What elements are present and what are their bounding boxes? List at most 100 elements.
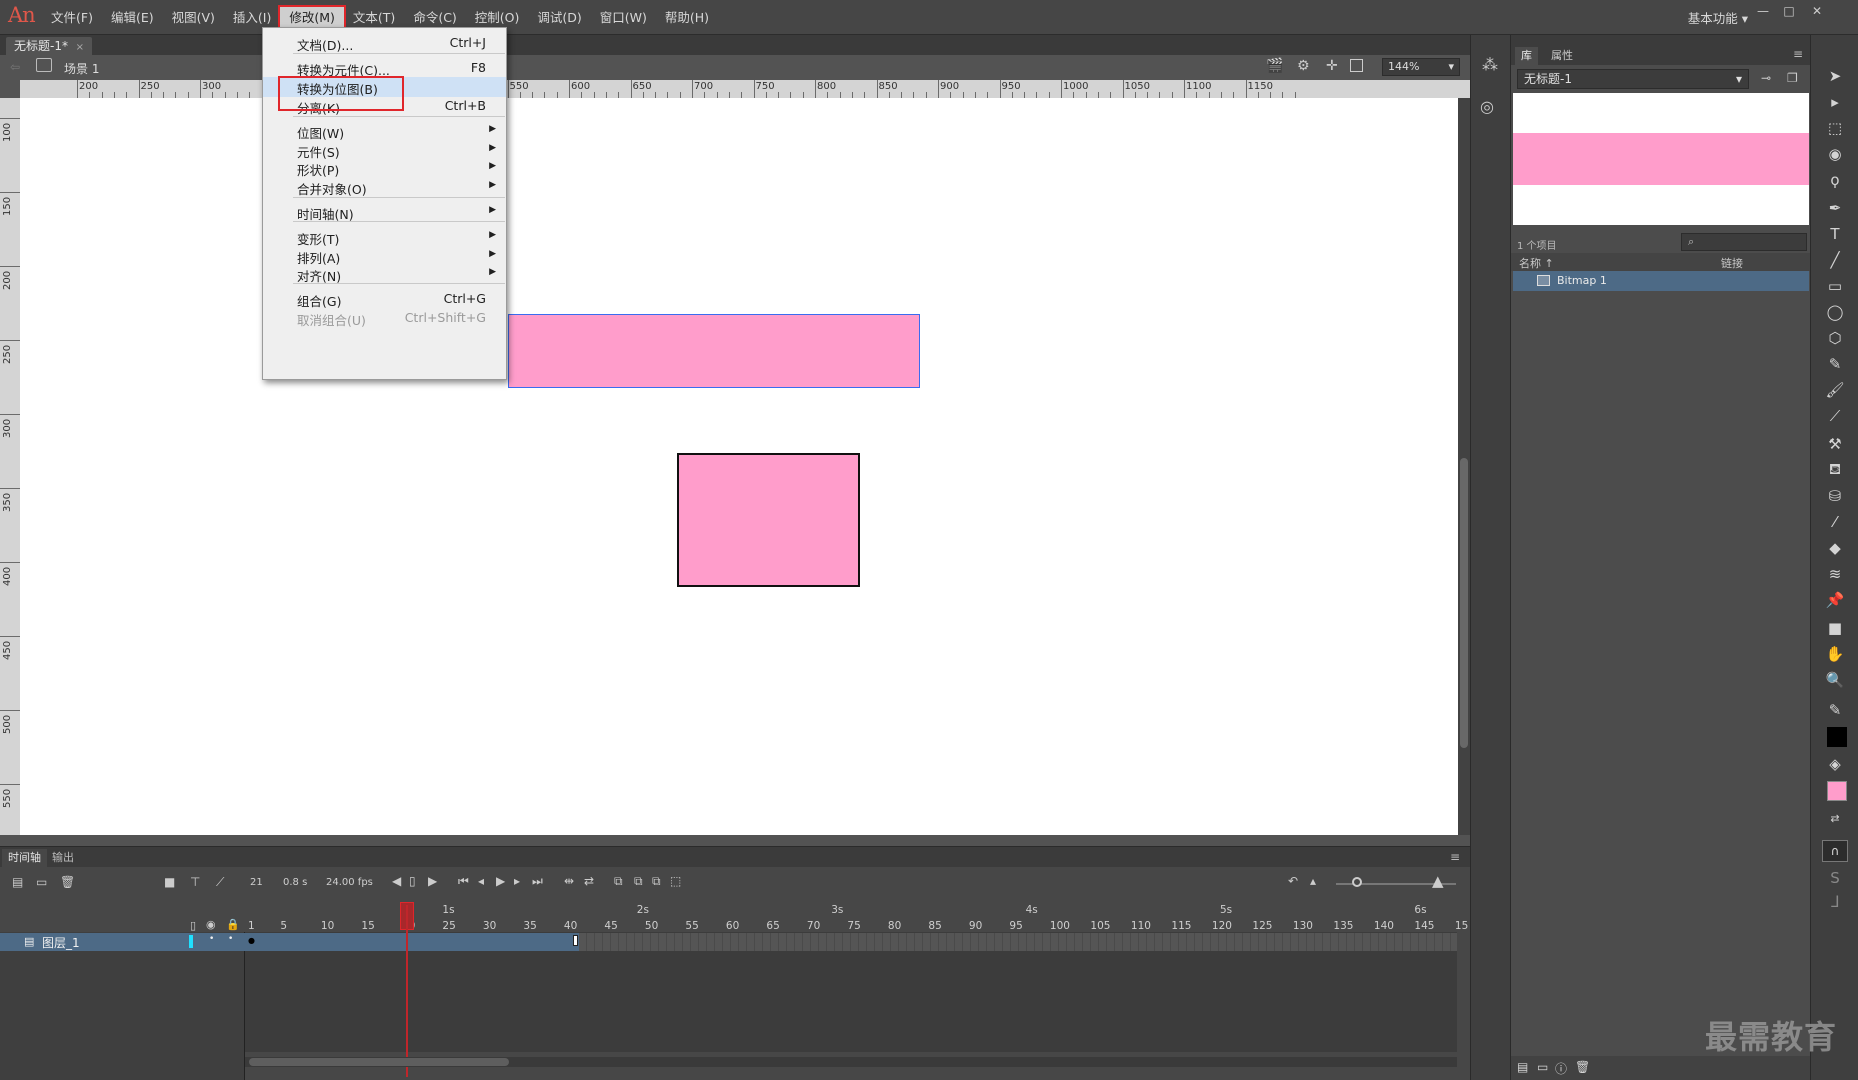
straighten-icon[interactable]: ᒧ [1824, 891, 1846, 913]
layer-row[interactable]: ▤ 图层_1 • • [0, 933, 245, 951]
menu-item-0[interactable]: 文件(F) [42, 7, 102, 29]
menu-item-9[interactable]: 窗口(W) [591, 7, 656, 29]
bone-tool-icon[interactable]: ⚒ [1824, 433, 1846, 455]
pen-tool-icon[interactable]: ✒ [1824, 197, 1846, 219]
library-document-select[interactable]: 无标题-1 ▾ [1517, 69, 1749, 89]
pink-rectangle-with-stroke[interactable] [677, 453, 860, 587]
onion-skin-outlines-icon[interactable]: ⧉ [634, 874, 643, 889]
stage-vertical-scrollbar[interactable] [1458, 98, 1470, 835]
timeline-scroll-thumb[interactable] [249, 1058, 509, 1066]
center-stage-icon[interactable]: ✛ [1326, 58, 1338, 74]
column-link-header[interactable]: 链接 [1721, 255, 1743, 271]
column-name-header[interactable]: 名称 ↑ [1519, 255, 1554, 271]
text-tool-icon[interactable]: T [1824, 223, 1846, 245]
frame-rate[interactable]: 24.00 fps [326, 877, 373, 888]
line-tool-icon[interactable]: ╱ [1824, 249, 1846, 271]
graph-icon[interactable]: ⟋ [216, 875, 224, 890]
zoom-in-frames-icon[interactable]: ▲ [1432, 872, 1444, 890]
timeline-menu-icon[interactable]: ≡ [1450, 850, 1460, 864]
edit-scene-icon[interactable]: 🎬 [1266, 58, 1283, 74]
add-keyframe-icon[interactable]: ▯ [409, 874, 416, 888]
properties-icon[interactable]: ⓘ [1555, 1060, 1567, 1077]
playhead-line[interactable] [406, 905, 408, 1077]
modify-menu-item-5[interactable]: 元件(S) ▶ [263, 140, 506, 160]
go-to-first-frame-icon[interactable]: ⏮ [458, 874, 469, 889]
menu-item-5[interactable]: 文本(T) [344, 7, 404, 29]
ink-bottle-tool-icon[interactable]: ⛁ [1824, 485, 1846, 507]
show-hide-all-icon[interactable]: ▯ [190, 919, 196, 932]
selected-frame-span[interactable] [245, 933, 579, 951]
snap-to-objects-icon[interactable]: ∩ [1822, 840, 1848, 862]
menu-item-8[interactable]: 调试(D) [528, 7, 590, 29]
new-symbol-icon[interactable]: ▤ [1517, 1060, 1528, 1074]
center-frame-icon[interactable]: ⇄ [584, 874, 594, 888]
edit-symbols-icon[interactable]: ⚙ [1297, 58, 1310, 74]
back-arrow-icon[interactable]: ⇦ [10, 60, 20, 74]
cc-libraries-icon[interactable]: ◎ [1480, 97, 1494, 116]
paint-brush-tool-icon[interactable]: 🖌 [1824, 379, 1846, 401]
panel-menu-icon[interactable]: ≡ [1793, 47, 1803, 61]
free-transform-tool-icon[interactable]: ⬚ [1824, 117, 1846, 139]
lock-icon[interactable]: 🔒 [226, 918, 240, 931]
pencil-tool-icon[interactable]: ✎ [1824, 353, 1846, 375]
frame-zoom-handle[interactable] [1352, 877, 1362, 887]
tab-library[interactable]: 库 [1515, 47, 1538, 65]
current-frame[interactable]: 21 [250, 877, 263, 888]
add-camera-icon[interactable]: ■ [164, 875, 175, 889]
modify-menu-item-7[interactable]: 合并对象(O) ▶ [263, 177, 506, 197]
layer-visible-dot[interactable]: • [209, 934, 214, 944]
3d-rotation-tool-icon[interactable]: ◉ [1824, 143, 1846, 165]
brush-tool-icon[interactable]: ⟋ [1824, 405, 1846, 427]
tab-output[interactable]: 输出 [46, 849, 80, 867]
menu-item-6[interactable]: 命令(C) [404, 7, 465, 29]
empty-frames[interactable] [579, 933, 1457, 951]
modify-menu-item-4[interactable]: 位图(W) ▶ [263, 121, 506, 141]
polystar-tool-icon[interactable]: ⬡ [1824, 327, 1846, 349]
eye-icon[interactable]: ◉ [206, 918, 216, 931]
prev-keyframe-icon[interactable]: ◀ [392, 874, 401, 888]
smooth-icon[interactable]: S [1824, 867, 1846, 889]
camera-tool-icon[interactable]: ■ [1824, 617, 1846, 639]
pin-tool-icon[interactable]: 📌 [1824, 589, 1846, 611]
close-window-icon[interactable]: ✕ [1808, 4, 1826, 20]
lasso-tool-icon[interactable]: ϙ [1824, 169, 1846, 191]
layer-lock-dot[interactable]: • [228, 934, 233, 944]
swap-colors-icon[interactable]: ⇄ [1824, 807, 1846, 829]
modify-menu-item-9[interactable]: 变形(T) ▶ [263, 227, 506, 247]
motion-presets-icon[interactable]: ⁂ [1482, 55, 1498, 74]
loop-icon[interactable]: ⇹ [564, 874, 574, 888]
eraser-tool-icon[interactable]: ◆ [1824, 537, 1846, 559]
library-search-input[interactable]: ⌕ [1681, 233, 1807, 251]
layer-name[interactable]: 图层_1 [42, 934, 80, 951]
keyframe-dot[interactable]: ● [248, 936, 255, 945]
layer-outline-color[interactable] [189, 935, 193, 948]
new-folder-icon[interactable]: ▭ [36, 875, 47, 889]
step-back-icon[interactable]: ◂ [478, 874, 484, 888]
clip-content-icon[interactable] [1350, 59, 1363, 72]
next-keyframe-icon[interactable]: ▶ [428, 874, 437, 888]
tab-timeline[interactable]: 时间轴 [2, 849, 47, 867]
onion-skin-icon[interactable]: ⧉ [614, 874, 623, 889]
modify-menu-item-11[interactable]: 对齐(N) ▶ [263, 264, 506, 284]
maximize-icon[interactable]: □ [1780, 4, 1798, 20]
library-item-row[interactable]: Bitmap 1 [1513, 271, 1809, 291]
modify-menu-item-1[interactable]: 转换为元件(C)... F8 [263, 58, 506, 78]
rectangle-tool-icon[interactable]: ▭ [1824, 275, 1846, 297]
menu-item-10[interactable]: 帮助(H) [656, 7, 718, 29]
paint-bucket-tool-icon[interactable]: ⛾ [1824, 459, 1846, 481]
selection-tool-icon[interactable]: ➤ [1824, 65, 1846, 87]
delete-icon[interactable]: 🗑 [1575, 1060, 1590, 1074]
edit-multiple-frames-icon[interactable]: ⧉ [652, 874, 661, 889]
menu-item-7[interactable]: 控制(O) [466, 7, 529, 29]
step-forward-icon[interactable]: ▸ [514, 874, 520, 888]
modify-menu-item-0[interactable]: 文档(D)... Ctrl+J [263, 33, 506, 53]
go-to-last-frame-icon[interactable]: ⏭ [532, 874, 543, 889]
fill-color-swatch[interactable] [1827, 781, 1847, 801]
modify-markers-icon[interactable]: ⬚ [670, 874, 681, 888]
tab-properties[interactable]: 属性 [1545, 47, 1579, 65]
modify-menu-item-13[interactable]: 取消组合(U) Ctrl+Shift+G [263, 308, 506, 328]
stage-canvas[interactable] [20, 98, 1458, 835]
play-icon[interactable]: ▶ [496, 874, 505, 888]
zoom-out-frames-icon[interactable]: ▴ [1310, 874, 1316, 888]
new-folder-icon[interactable]: ▭ [1537, 1060, 1548, 1074]
